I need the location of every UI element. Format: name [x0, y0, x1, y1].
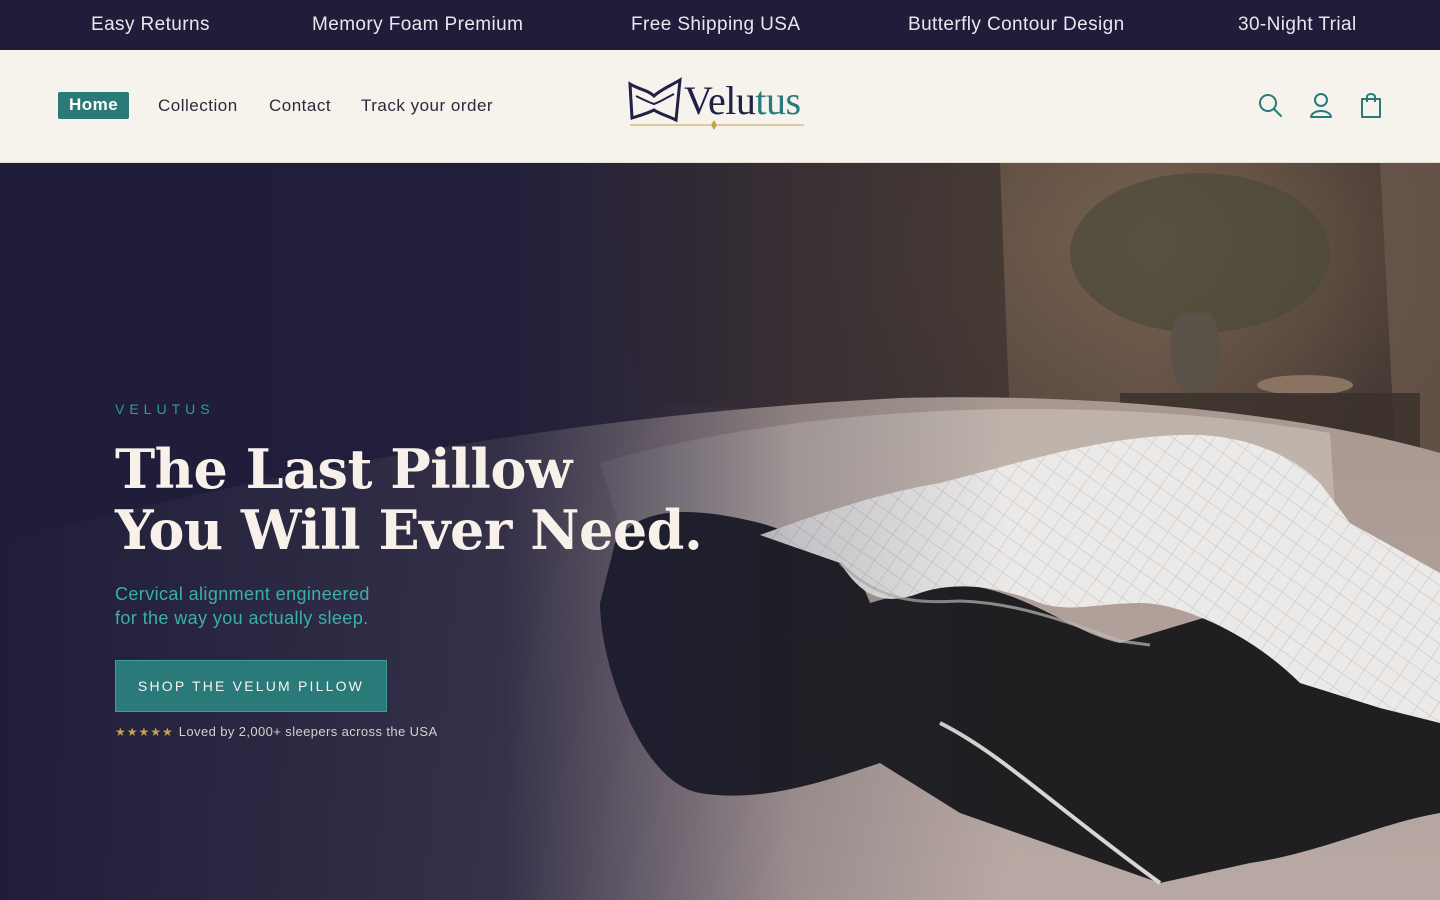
announcement-item: Memory Foam Premium	[312, 14, 524, 35]
site-header: Home Collection Contact Track your order…	[0, 50, 1440, 163]
announcement-item: Easy Returns	[91, 14, 210, 35]
hero-subheadline: Cervical alignment engineered for the wa…	[115, 582, 370, 630]
hero-banner: VELUTUS The Last Pillow You Will Ever Ne…	[0, 163, 1440, 900]
announcement-bar: Easy Returns Memory Foam Premium Free Sh…	[0, 0, 1440, 50]
brand-logo[interactable]: Velutus	[626, 76, 808, 136]
social-proof: ★★★★★ Loved by 2,000+ sleepers across the…	[115, 724, 438, 739]
hero-headline: The Last Pillow You Will Ever Need.	[115, 437, 703, 562]
social-proof-text: Loved by 2,000+ sleepers across the USA	[178, 724, 438, 739]
nav-link-home[interactable]: Home	[58, 92, 130, 119]
hero-eyebrow: VELUTUS	[115, 401, 215, 417]
shop-pillow-button[interactable]: SHOP THE VELUM PILLOW	[115, 660, 387, 712]
search-icon[interactable]	[1255, 90, 1285, 120]
hero-headline-line: You Will Ever Need.	[115, 498, 703, 562]
account-icon[interactable]	[1306, 90, 1336, 120]
hero-subheadline-line: for the way you actually sleep.	[115, 608, 369, 628]
hero-subheadline-line: Cervical alignment engineered	[115, 584, 370, 604]
nav-link-collection[interactable]: Collection	[158, 96, 238, 116]
nav-link-contact[interactable]: Contact	[269, 96, 331, 116]
hero-headline-line: The Last Pillow	[115, 437, 572, 501]
announcement-item: 30-Night Trial	[1238, 14, 1357, 35]
cart-icon[interactable]	[1356, 90, 1386, 120]
announcement-item: Free Shipping USA	[631, 14, 801, 35]
logo-underline-icon	[630, 120, 804, 130]
rating-stars-icon: ★★★★★	[115, 725, 174, 739]
announcement-item: Butterfly Contour Design	[908, 14, 1125, 35]
nav-link-track-order[interactable]: Track your order	[361, 96, 493, 116]
